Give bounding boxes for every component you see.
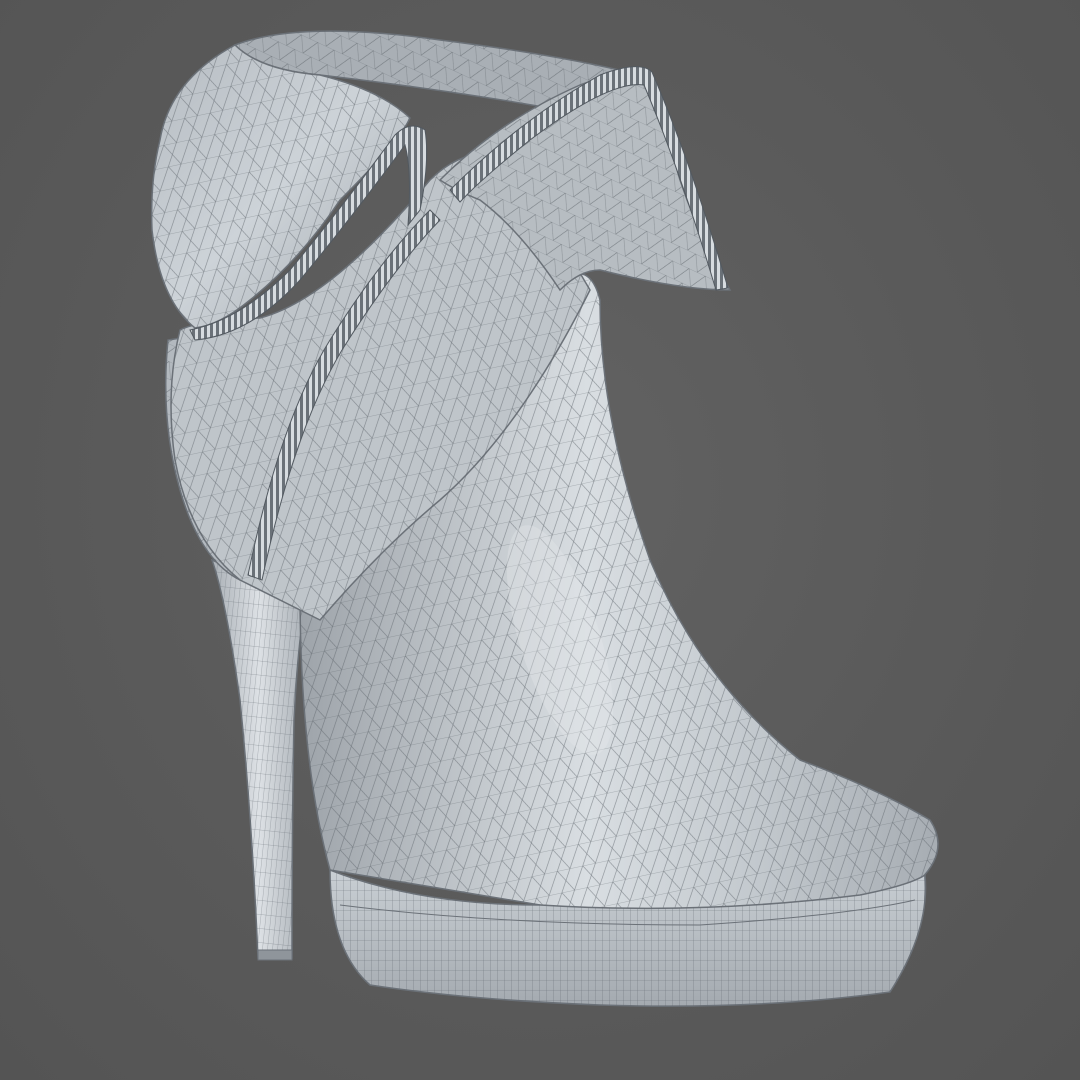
stiletto-heel bbox=[210, 558, 307, 959]
boot-model-render bbox=[150, 30, 939, 1007]
viewport-canvas bbox=[0, 0, 1080, 1080]
heel-tip bbox=[257, 949, 293, 961]
